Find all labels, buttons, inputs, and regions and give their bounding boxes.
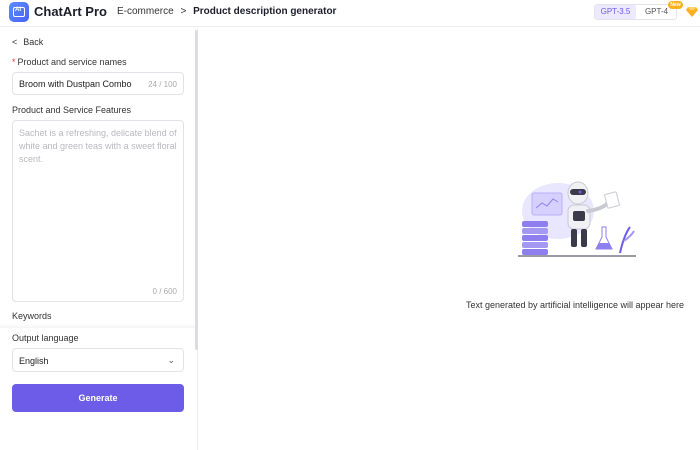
product-name-value: Broom with Dustpan Combo — [19, 79, 132, 89]
logo-icon[interactable]: AI — [9, 2, 29, 22]
new-badge: New — [668, 1, 683, 9]
app-name[interactable]: ChatArt Pro — [34, 4, 107, 19]
generate-button[interactable]: Generate — [12, 384, 184, 412]
scroll-fade — [0, 323, 195, 328]
features-textarea[interactable]: Sachet is a refreshing, delicate blend o… — [12, 120, 184, 302]
features-placeholder: Sachet is a refreshing, delicate blend o… — [19, 128, 177, 164]
model-gpt35-button[interactable]: GPT-3.5 — [595, 5, 636, 19]
output-language-label: Output language — [12, 333, 79, 343]
empty-state-text: Text generated by artificial intelligenc… — [465, 300, 685, 310]
chevron-down-icon: ⌄ — [167, 355, 175, 365]
keywords-label: Keywords — [12, 311, 52, 321]
chevron-left-icon: < — [12, 37, 18, 47]
sidebar-scrollbar[interactable] — [195, 30, 198, 350]
breadcrumb-separator: > — [180, 6, 187, 17]
product-name-label: * Product and service names — [12, 57, 127, 67]
gem-icon[interactable] — [686, 6, 698, 18]
back-label: Back — [23, 37, 44, 47]
output-language-value: English — [19, 356, 49, 366]
model-switch: GPT-3.5 GPT-4 — [594, 4, 677, 20]
product-name-counter: 24 / 100 — [148, 80, 177, 89]
features-counter: 0 / 600 — [152, 287, 177, 296]
features-label: Product and Service Features — [12, 105, 132, 115]
breadcrumb-parent[interactable]: E-commerce — [117, 6, 174, 17]
output-language-select[interactable]: English ⌄ — [12, 348, 184, 372]
robot-illustration — [518, 181, 636, 257]
app-header: AI ChatArt Pro E-commerce > Product desc… — [0, 0, 700, 27]
required-mark: * — [12, 57, 16, 67]
input-panel: < Back * Product and service names Broom w… — [0, 28, 198, 450]
breadcrumb-current: Product description generator — [193, 6, 337, 17]
product-name-input[interactable]: Broom with Dustpan Combo 24 / 100 — [12, 72, 184, 95]
back-button[interactable]: < Back — [12, 37, 43, 47]
breadcrumb: E-commerce > Product description generat… — [117, 6, 336, 17]
